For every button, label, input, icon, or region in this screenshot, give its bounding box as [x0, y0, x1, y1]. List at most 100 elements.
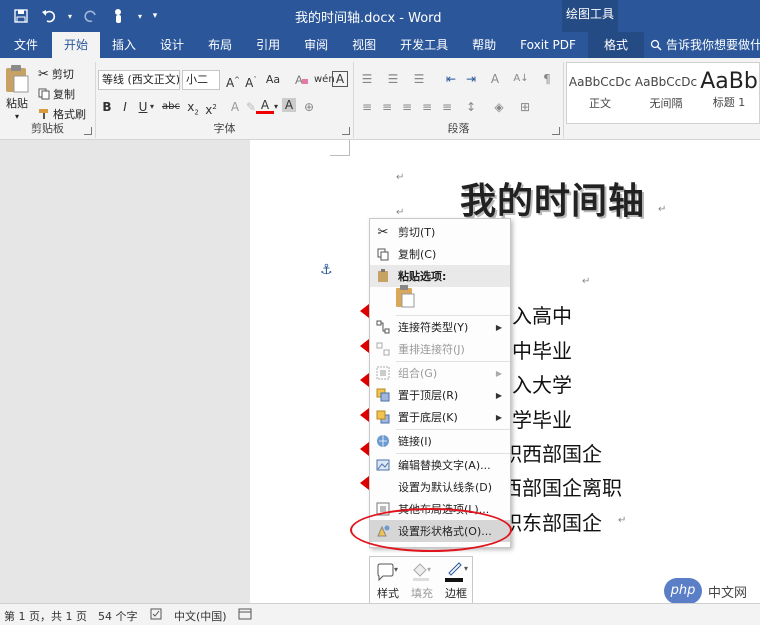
tab-design[interactable]: 设计	[148, 32, 196, 58]
tell-me-box[interactable]: 告诉我你想要做什么	[644, 32, 760, 58]
paragraph-launcher-icon[interactable]	[552, 127, 560, 135]
copy-button[interactable]: 复制	[38, 86, 75, 102]
menu-item-set-default-line[interactable]: 设置为默认线条(D)	[370, 476, 510, 498]
shrink-font-icon[interactable]: Aˇ	[242, 71, 260, 90]
menu-item-group[interactable]: 组合(G) ▶	[370, 362, 510, 384]
tab-help[interactable]: 帮助	[460, 32, 508, 58]
tab-file[interactable]: 文件	[0, 32, 52, 58]
context-menu: ✂ 剪切(T) 复制(C) 粘贴选项: 连接符类型(Y) ▶ 重排连接符(J)	[369, 218, 511, 548]
menu-item-edit-alt-text[interactable]: 编辑替换文字(A)...	[370, 454, 510, 476]
phonetic-guide-icon[interactable]: wén	[314, 71, 335, 89]
strikethrough-icon[interactable]: abc	[160, 98, 182, 116]
menu-item-send-to-back[interactable]: 置于底层(K) ▶	[370, 406, 510, 428]
cut-button[interactable]: ✂ 剪切	[38, 66, 74, 82]
align-center-icon[interactable]: ≡	[378, 98, 396, 116]
font-group: 等线 (西文正文) 小二 A^ Aˇ Aa A wén A B I U ▾ ab…	[96, 62, 354, 138]
proofing-icon[interactable]	[150, 608, 164, 623]
menu-item-bring-to-front[interactable]: 置于顶层(R) ▶	[370, 384, 510, 406]
subscript-icon[interactable]: x2	[184, 98, 202, 116]
character-border-icon[interactable]: A	[332, 71, 348, 87]
font-size-combo[interactable]: 小二	[182, 70, 220, 90]
ribbon: 粘贴 ▾ ✂ 剪切 复制 格式刷 剪贴板 等线 (西文正文) 小二 A^ Aˇ …	[0, 58, 760, 140]
decrease-indent-icon[interactable]: ⇤	[442, 70, 460, 88]
font-launcher-icon[interactable]	[342, 127, 350, 135]
chinese-layout-icon[interactable]: A	[486, 70, 504, 88]
style-heading-1[interactable]: AaBb 标题 1	[699, 63, 759, 123]
customize-qat-icon[interactable]: ▾	[150, 5, 160, 27]
mini-toolbar: ▾ 样式 ▾ 填充 ▾ 边框	[369, 556, 473, 608]
style-heading-1-sample: AaBb	[700, 69, 758, 94]
distributed-icon[interactable]: ≡	[438, 98, 456, 116]
touch-dropdown-icon[interactable]: ▾	[136, 5, 144, 27]
style-no-spacing[interactable]: AaBbCcDc 无间隔	[633, 63, 699, 123]
paste-icon	[6, 65, 29, 93]
scissors-icon: ✂	[38, 66, 49, 82]
reroute-icon	[372, 338, 394, 360]
grow-font-icon[interactable]: A^	[224, 71, 242, 90]
font-name-combo[interactable]: 等线 (西文正文)	[98, 70, 180, 90]
mini-style-button[interactable]: ▾ 样式	[372, 559, 404, 607]
menu-item-reroute-connectors[interactable]: 重排连接符(J)	[370, 338, 510, 360]
undo-icon[interactable]	[38, 5, 60, 27]
tab-developer[interactable]: 开发工具	[388, 32, 460, 58]
menu-item-link[interactable]: 链接(I)	[370, 430, 510, 452]
numbering-icon[interactable]: ☰	[384, 70, 402, 88]
clear-formatting-icon[interactable]: A	[292, 71, 310, 89]
sort-icon[interactable]: A↓	[512, 70, 530, 88]
change-case-icon[interactable]: Aa	[264, 71, 282, 89]
font-size-value: 小二	[186, 73, 208, 86]
style-normal[interactable]: AaBbCcDc 正文	[567, 63, 633, 123]
borders-icon[interactable]: ⊞	[516, 98, 534, 116]
justify-icon[interactable]: ≡	[418, 98, 436, 116]
style-no-spacing-name: 无间隔	[649, 97, 683, 110]
menu-item-cut[interactable]: ✂ 剪切(T)	[370, 221, 510, 243]
tab-view[interactable]: 视图	[340, 32, 388, 58]
tab-review[interactable]: 审阅	[292, 32, 340, 58]
touch-mode-icon[interactable]	[108, 5, 130, 27]
align-left-icon[interactable]: ≡	[358, 98, 376, 116]
status-page-count[interactable]: 第 1 页，共 1 页	[4, 608, 87, 624]
tab-references[interactable]: 引用	[244, 32, 292, 58]
superscript-icon[interactable]: x2	[202, 98, 220, 117]
enclose-characters-icon[interactable]: ⊕	[300, 98, 318, 116]
status-word-count[interactable]: 54 个字	[98, 608, 138, 624]
watermark-text: 中文网	[708, 586, 748, 601]
bold-icon[interactable]: B	[98, 98, 116, 116]
redo-icon[interactable]	[80, 5, 102, 27]
align-right-icon[interactable]: ≡	[398, 98, 416, 116]
paste-keep-source-button[interactable]	[394, 285, 420, 309]
cut-label: 剪切	[51, 68, 74, 81]
paste-button[interactable]: 粘贴 ▾	[4, 64, 30, 121]
status-language[interactable]: 中文(中国)	[174, 608, 227, 624]
tab-foxit-pdf[interactable]: Foxit PDF	[508, 32, 588, 58]
macro-record-icon[interactable]	[238, 608, 252, 623]
multilevel-list-icon[interactable]: ☰	[410, 70, 428, 88]
mini-outline-button[interactable]: ▾ 边框	[440, 559, 472, 607]
timeline-marker	[360, 476, 369, 490]
save-icon[interactable]	[10, 5, 32, 27]
font-color-dropdown-icon[interactable]: ▾	[272, 98, 280, 116]
tab-layout[interactable]: 布局	[196, 32, 244, 58]
tab-home[interactable]: 开始	[52, 32, 101, 58]
character-shading-icon[interactable]: A	[282, 98, 296, 112]
line-spacing-icon[interactable]: ↕	[462, 98, 480, 116]
style-no-spacing-sample: AaBbCcDc	[634, 75, 698, 89]
font-name-value: 等线 (西文正文)	[102, 73, 180, 86]
show-marks-icon[interactable]: ¶	[538, 70, 556, 88]
mini-fill-button[interactable]: ▾ 填充	[406, 559, 438, 607]
menu-item-connector-type[interactable]: 连接符类型(Y) ▶	[370, 316, 510, 338]
timeline-marker	[360, 304, 369, 318]
svg-text:▾: ▾	[427, 565, 431, 574]
clipboard-launcher-icon[interactable]	[84, 127, 92, 135]
increase-indent-icon[interactable]: ⇥	[462, 70, 480, 88]
underline-dropdown-icon[interactable]: ▾	[148, 98, 156, 116]
undo-dropdown-icon[interactable]: ▾	[66, 5, 74, 27]
bullets-icon[interactable]: ☰	[358, 70, 376, 88]
paste-clipboard-icon	[396, 285, 415, 308]
document-heading[interactable]: 我的时间轴	[460, 172, 645, 224]
menu-item-copy[interactable]: 复制(C)	[370, 243, 510, 265]
shading-icon[interactable]: ◈	[490, 98, 508, 116]
tab-insert[interactable]: 插入	[100, 32, 148, 58]
italic-icon[interactable]: I	[116, 98, 134, 116]
tab-format[interactable]: 格式	[587, 32, 644, 58]
